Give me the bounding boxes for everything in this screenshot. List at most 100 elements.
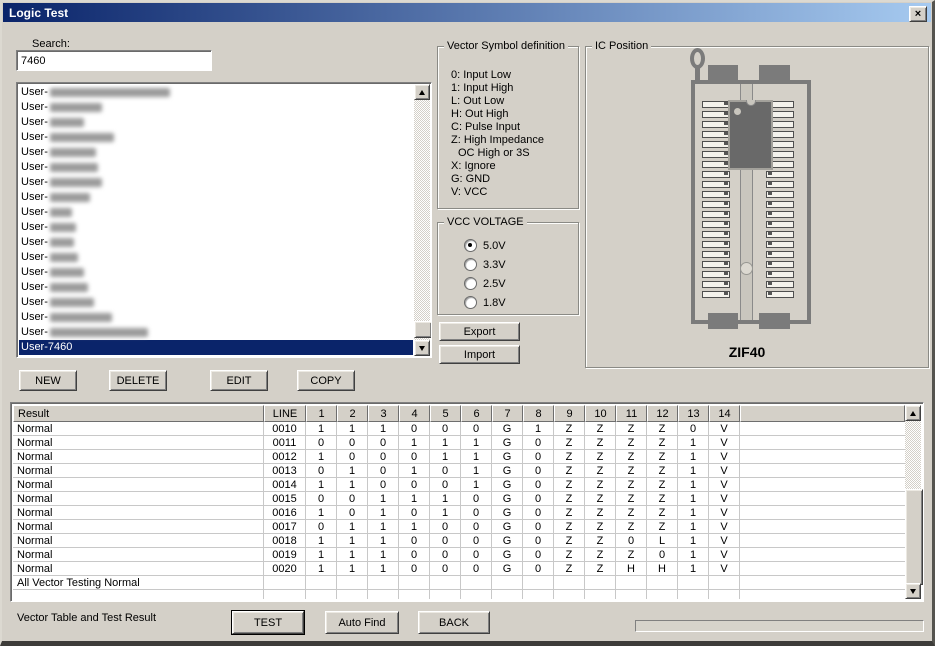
table-scroll-down-button[interactable] <box>905 583 921 599</box>
table-scrollbar[interactable] <box>905 405 921 599</box>
table-scroll-thumb[interactable] <box>905 489 923 585</box>
table-row[interactable]: Normal0016101010G0ZZZZ1V <box>13 506 905 520</box>
vector-cell: 0 <box>616 534 647 548</box>
empty-row[interactable] <box>13 590 905 599</box>
vector-cell: 0 <box>523 520 554 534</box>
list-item[interactable]: User- <box>19 295 413 310</box>
export-button[interactable]: Export <box>439 322 520 341</box>
list-scroll-down-button[interactable] <box>414 340 430 356</box>
list-item[interactable]: User- <box>19 145 413 160</box>
column-header[interactable]: 12 <box>647 405 678 422</box>
radio-icon[interactable] <box>464 296 477 309</box>
title-bar[interactable]: Logic Test × <box>3 3 931 22</box>
list-item-selected[interactable]: User-7460 <box>19 340 413 355</box>
vcc-option-5.0V[interactable]: 5.0V <box>464 236 578 255</box>
symbol-line: 0: Input Low <box>451 69 578 82</box>
column-header[interactable]: 5 <box>430 405 461 422</box>
vcc-option-label: 1.8V <box>483 297 506 309</box>
vector-cell: 0 <box>399 478 430 492</box>
list-item[interactable]: User- <box>19 250 413 265</box>
list-item[interactable]: User- <box>19 280 413 295</box>
column-header[interactable]: 2 <box>337 405 368 422</box>
list-item[interactable]: User- <box>19 325 413 340</box>
vector-cell <box>306 590 337 599</box>
table-row[interactable]: Normal0011000111G0ZZZZ1V <box>13 436 905 450</box>
list-scroll-thumb[interactable] <box>414 321 432 338</box>
column-header[interactable]: LINE <box>264 405 306 422</box>
column-header[interactable]: 4 <box>399 405 430 422</box>
test-button[interactable]: TEST <box>232 611 304 634</box>
vector-cell: 0 <box>337 506 368 520</box>
import-button[interactable]: Import <box>439 345 520 364</box>
vector-cell: 0 <box>523 506 554 520</box>
list-item[interactable]: User- <box>19 265 413 280</box>
radio-icon[interactable] <box>464 277 477 290</box>
table-row[interactable]: Normal0018111000G0ZZ0L1V <box>13 534 905 548</box>
column-header[interactable]: 9 <box>554 405 585 422</box>
table-row[interactable]: Normal0012100011G0ZZZZ1V <box>13 450 905 464</box>
table-row[interactable]: Normal0015001110G0ZZZZ1V <box>13 492 905 506</box>
device-listbox[interactable]: User-User-User-User-User-User-User-User-… <box>16 82 432 358</box>
vcc-option-3.3V[interactable]: 3.3V <box>464 255 578 274</box>
back-button[interactable]: BACK <box>418 611 490 634</box>
list-item[interactable]: User- <box>19 190 413 205</box>
list-item[interactable]: User- <box>19 100 413 115</box>
column-header[interactable]: 7 <box>492 405 523 422</box>
radio-checked-icon[interactable] <box>464 239 477 252</box>
list-scroll-up-button[interactable] <box>414 84 430 100</box>
column-header[interactable]: 13 <box>678 405 709 422</box>
radio-icon[interactable] <box>464 258 477 271</box>
column-header[interactable]: Result <box>13 405 264 422</box>
table-row[interactable]: Normal0017011100G0ZZZZ1V <box>13 520 905 534</box>
list-scrollbar[interactable] <box>414 84 430 356</box>
column-header[interactable]: 1 <box>306 405 337 422</box>
list-item[interactable]: User- <box>19 175 413 190</box>
column-header[interactable]: 11 <box>616 405 647 422</box>
list-item[interactable]: User- <box>19 115 413 130</box>
edit-button[interactable]: EDIT <box>210 370 268 391</box>
table-row[interactable]: Normal0010111000G1ZZZZ0V <box>13 422 905 436</box>
vector-cell: Z <box>585 422 616 436</box>
table-row[interactable]: Normal0013010101G0ZZZZ1V <box>13 464 905 478</box>
new-button-label: NEW <box>35 375 61 387</box>
column-header[interactable]: 14 <box>709 405 740 422</box>
result-grid[interactable]: ResultLINE1234567891011121314Normal00101… <box>13 405 905 599</box>
list-scroll-track[interactable] <box>414 100 430 340</box>
vector-cell <box>461 590 492 599</box>
vector-cell: V <box>709 534 740 548</box>
search-input[interactable]: 7460 <box>16 50 212 71</box>
list-item[interactable]: User- <box>19 85 413 100</box>
vector-cell: 1 <box>306 562 337 576</box>
table-row[interactable]: Normal0014110001G0ZZZZ1V <box>13 478 905 492</box>
column-header[interactable]: 6 <box>461 405 492 422</box>
close-icon: × <box>915 9 921 20</box>
list-item[interactable]: User- <box>19 160 413 175</box>
list-item[interactable]: User- <box>19 220 413 235</box>
close-button[interactable]: × <box>909 6 927 22</box>
list-item-prefix: User- <box>21 145 48 160</box>
table-row[interactable]: Normal0019111000G0ZZZ01V <box>13 548 905 562</box>
vector-cell: 1 <box>306 450 337 464</box>
column-header[interactable]: 8 <box>523 405 554 422</box>
vector-cell: Z <box>554 534 585 548</box>
pin-slot <box>766 191 794 198</box>
table-scroll-up-button[interactable] <box>905 405 921 421</box>
symbol-line: OC High or 3S <box>451 147 578 160</box>
table-row[interactable]: Normal0020111000G0ZZHH1V <box>13 562 905 576</box>
list-item[interactable]: User- <box>19 130 413 145</box>
column-header[interactable]: 3 <box>368 405 399 422</box>
list-item[interactable]: User- <box>19 310 413 325</box>
copy-button[interactable]: COPY <box>297 370 355 391</box>
auto-find-button[interactable]: Auto Find <box>325 611 399 634</box>
vcc-option-1.8V[interactable]: 1.8V <box>464 293 578 312</box>
pin-slot <box>702 211 730 218</box>
list-item[interactable]: User- <box>19 235 413 250</box>
row-filler <box>740 464 905 478</box>
list-item[interactable]: User- <box>19 205 413 220</box>
column-header[interactable]: 10 <box>585 405 616 422</box>
vector-cell: Z <box>585 506 616 520</box>
new-button[interactable]: NEW <box>19 370 77 391</box>
delete-button[interactable]: DELETE <box>109 370 167 391</box>
vcc-option-2.5V[interactable]: 2.5V <box>464 274 578 293</box>
status-row[interactable]: All Vector Testing Normal <box>13 576 905 590</box>
